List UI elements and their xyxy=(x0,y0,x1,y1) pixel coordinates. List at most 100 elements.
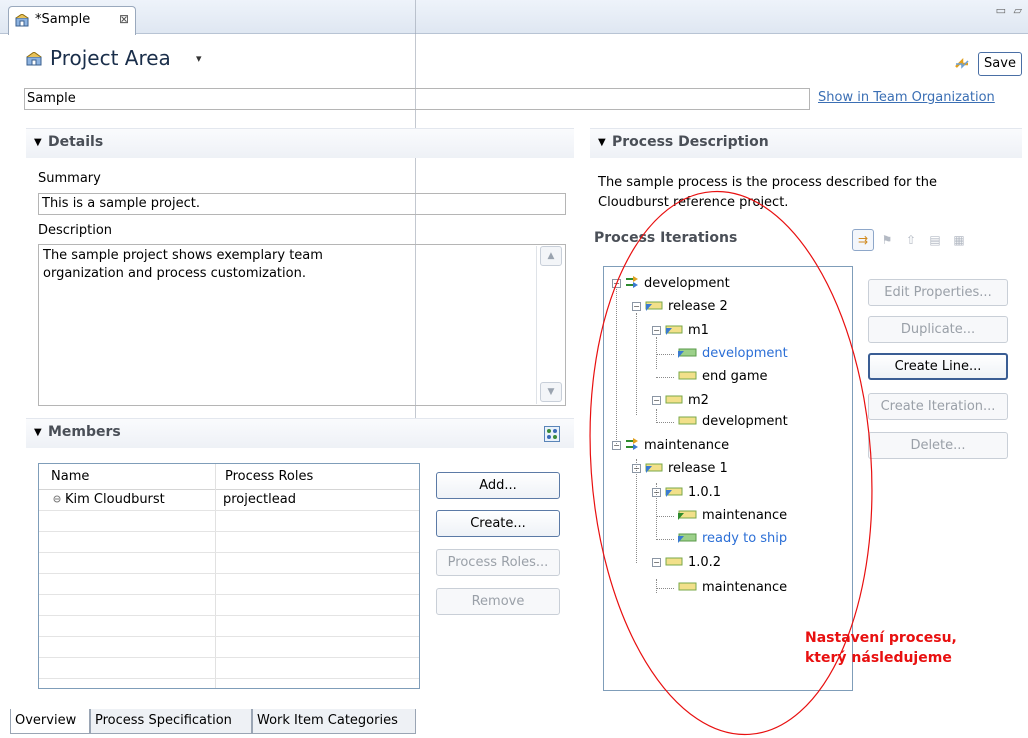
document-icon[interactable]: ▤ xyxy=(924,230,946,252)
process-description-text: The sample process is the process descri… xyxy=(598,173,998,213)
description-line: organization and process customization. xyxy=(43,266,306,281)
project-area-icon xyxy=(26,51,42,70)
tree-node-end-game[interactable]: end game xyxy=(676,369,768,386)
annotation-text: Nastavení procesu, který následujeme xyxy=(805,628,957,668)
create-member-button[interactable]: Create... xyxy=(436,510,560,537)
tree-connector xyxy=(656,377,674,378)
save-button[interactable]: Save xyxy=(978,52,1022,76)
tree-node-development-m2[interactable]: development xyxy=(676,414,788,431)
tab-work-item-categories[interactable]: Work Item Categories xyxy=(252,709,416,734)
process-description-header[interactable]: ▼ Process Description xyxy=(590,128,1022,158)
edit-properties-button[interactable]: Edit Properties... xyxy=(868,279,1008,306)
tree-connector xyxy=(656,579,657,593)
chevron-down-icon[interactable]: ▾ xyxy=(196,52,202,65)
description-textarea[interactable]: The sample project shows exemplary team … xyxy=(38,244,566,406)
iterations-toolbar: ⇉ ⚑ ⇧ ▤ ▦ xyxy=(852,229,972,252)
iteration-icon xyxy=(676,370,698,386)
add-member-button[interactable]: Add... xyxy=(436,472,560,499)
description-label: Description xyxy=(38,223,113,238)
tree-connector xyxy=(656,422,674,423)
duplicate-button[interactable]: Duplicate... xyxy=(868,316,1008,343)
tree-node-maintenance-1-0-2[interactable]: maintenance xyxy=(676,580,787,597)
tree-connector xyxy=(636,313,637,415)
process-description-line: The sample process is the process descri… xyxy=(598,175,937,190)
page-title: Project Area xyxy=(50,46,171,70)
project-area-icon xyxy=(15,13,29,31)
table-row xyxy=(39,595,419,616)
members-table[interactable]: Name Process Roles Kim Cloudburst projec… xyxy=(38,463,420,689)
collapse-icon[interactable]: − xyxy=(632,302,641,311)
current-iteration-icon xyxy=(676,532,698,548)
create-iteration-button[interactable]: Create Iteration... xyxy=(868,393,1008,420)
show-in-team-organization-link[interactable]: Show in Team Organization xyxy=(818,90,995,105)
iteration-flag-icon xyxy=(644,462,664,478)
current-iteration-icon xyxy=(676,347,698,363)
tree-node-development[interactable]: − development xyxy=(612,275,730,293)
move-up-icon[interactable]: ⇧ xyxy=(900,230,922,252)
collapse-icon[interactable]: − xyxy=(652,558,661,567)
iteration-icon xyxy=(664,556,684,572)
scroll-down-icon[interactable]: ▼ xyxy=(540,382,562,402)
members-section-header[interactable]: ▼ Members xyxy=(26,418,574,448)
collapse-icon[interactable]: − xyxy=(612,279,621,288)
collapse-icon[interactable]: − xyxy=(612,441,621,450)
summary-label: Summary xyxy=(38,171,101,186)
tree-node-1-0-1[interactable]: −1.0.1 xyxy=(652,485,721,502)
tree-node-1-0-2[interactable]: −1.0.2 xyxy=(652,555,721,572)
collapse-arrow-icon: ▼ xyxy=(598,137,606,148)
annotation-line: Nastavení procesu, xyxy=(805,630,957,646)
scroll-up-icon[interactable]: ▲ xyxy=(540,246,562,266)
tree-node-release-2[interactable]: − release 2 xyxy=(632,299,728,316)
collapse-icon[interactable]: − xyxy=(652,326,661,335)
window-controls-icon[interactable]: ▭ ▱ xyxy=(996,4,1024,17)
tree-connector xyxy=(656,539,674,540)
table-row[interactable]: Kim Cloudburst projectlead xyxy=(39,490,419,511)
tree-node-maintenance[interactable]: − maintenance xyxy=(612,437,729,455)
team-members-icon[interactable] xyxy=(544,426,560,446)
project-name-field[interactable]: Sample xyxy=(24,88,810,110)
flag-icon[interactable]: ⚑ xyxy=(876,230,898,252)
close-icon[interactable]: ⊠ xyxy=(119,12,129,26)
editor-tab-title: *Sample xyxy=(35,12,91,27)
iteration-icon xyxy=(676,581,698,597)
collapse-icon[interactable]: − xyxy=(632,464,641,473)
remove-member-button[interactable]: Remove xyxy=(436,588,560,615)
tree-node-maintenance-1-0-1[interactable]: maintenance xyxy=(676,508,787,525)
tree-node-ready-to-ship[interactable]: ready to ship xyxy=(676,531,787,548)
process-description-line: Cloudburst reference project. xyxy=(598,195,789,210)
tree-connector xyxy=(656,516,674,517)
column-header-process-roles[interactable]: Process Roles xyxy=(225,469,313,484)
details-section-header[interactable]: ▼ Details xyxy=(26,128,574,158)
sync-icon[interactable] xyxy=(953,55,971,77)
editor-tab-sample[interactable]: *Sample ⊠ xyxy=(8,6,136,35)
description-scrollbar[interactable]: ▲ ▼ xyxy=(536,246,564,404)
tree-node-release-1[interactable]: − release 1 xyxy=(632,461,728,478)
column-header-name[interactable]: Name xyxy=(51,469,89,484)
timeline-icon xyxy=(624,275,640,293)
show-timeline-icon[interactable]: ⇉ xyxy=(852,229,874,251)
iteration-flag-icon xyxy=(664,324,684,340)
tree-node-m1[interactable]: − m1 xyxy=(652,323,709,340)
table-row xyxy=(39,658,419,679)
annotation-line: který následujeme xyxy=(805,650,952,666)
iteration-flag-icon xyxy=(676,509,698,525)
tree-node-m2[interactable]: − m2 xyxy=(652,393,709,410)
create-line-button[interactable]: Create Line... xyxy=(868,353,1008,380)
table-row xyxy=(39,553,419,574)
delete-button[interactable]: Delete... xyxy=(868,432,1008,459)
edit-document-icon[interactable]: ▦ xyxy=(948,230,970,252)
process-description-header-label: Process Description xyxy=(612,134,769,150)
tree-node-development-current[interactable]: development xyxy=(676,346,788,363)
collapse-icon[interactable]: − xyxy=(652,396,661,405)
table-row xyxy=(39,616,419,637)
collapse-icon[interactable]: − xyxy=(652,488,661,497)
member-icon xyxy=(53,492,61,507)
process-roles-button[interactable]: Process Roles... xyxy=(436,549,560,576)
details-header-label: Details xyxy=(48,134,104,150)
tab-overview[interactable]: Overview xyxy=(10,709,90,734)
tab-process-specification[interactable]: Process Specification xyxy=(90,709,252,734)
summary-field[interactable]: This is a sample project. xyxy=(38,193,566,215)
description-line: The sample project shows exemplary team xyxy=(43,248,323,263)
process-iterations-header: Process Iterations xyxy=(594,230,738,246)
member-name: Kim Cloudburst xyxy=(65,492,165,507)
